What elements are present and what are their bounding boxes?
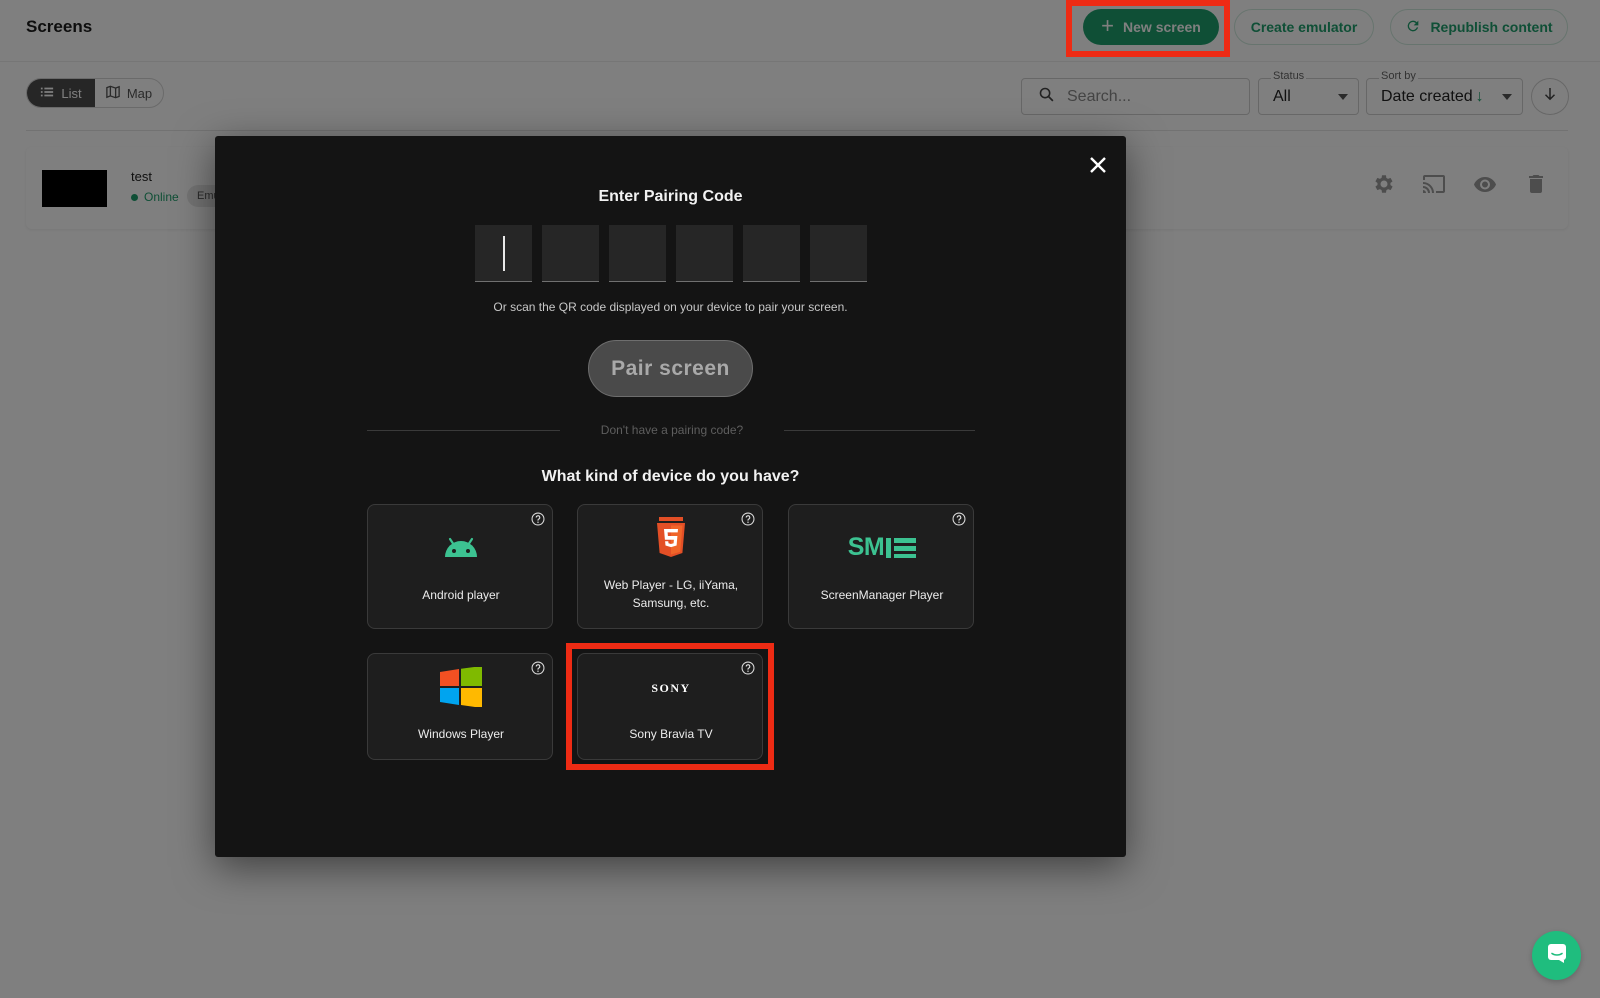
device-card-android[interactable]: Android player	[367, 504, 553, 629]
pairing-code-digit-6[interactable]	[810, 225, 867, 282]
chat-icon	[1545, 941, 1569, 970]
pairing-code-digit-2[interactable]	[542, 225, 599, 282]
chat-support-button[interactable]	[1532, 931, 1581, 980]
sony-logo: SONY	[578, 681, 764, 696]
separator-line-right	[784, 430, 975, 431]
screenmanager-logo-text: SM	[847, 533, 885, 561]
device-card-web-player[interactable]: Web Player - LG, iiYama, Samsung, etc.	[577, 504, 763, 629]
device-label-sony-bravia: Sony Bravia TV	[629, 727, 713, 741]
device-label-web-player-line1: Web Player - LG, iiYama,	[603, 578, 739, 592]
screenmanager-logo: SM	[789, 533, 975, 562]
help-icon[interactable]	[952, 512, 966, 526]
pairing-code-inputs	[475, 225, 867, 282]
html5-icon	[578, 517, 764, 559]
device-card-screenmanager[interactable]: SM ScreenManager Player	[788, 504, 974, 629]
android-icon	[368, 533, 554, 561]
pair-screen-modal: Enter Pairing Code Or scan the QR code d…	[215, 136, 1126, 857]
modal-title: Enter Pairing Code	[598, 188, 743, 205]
pairing-code-digit-1[interactable]	[475, 225, 532, 282]
device-label-windows: Windows Player	[417, 727, 505, 741]
device-card-windows[interactable]: Windows Player	[367, 653, 553, 760]
help-icon[interactable]	[531, 512, 545, 526]
separator-line-left	[367, 430, 560, 431]
device-label-web-player-line2: Samsung, etc.	[632, 596, 710, 610]
pairing-code-digit-5[interactable]	[743, 225, 800, 282]
close-icon[interactable]	[1086, 153, 1110, 177]
qr-hint-text: Or scan the QR code displayed on your de…	[493, 300, 848, 314]
sony-logo-text: SONY	[651, 681, 691, 695]
device-card-sony-bravia[interactable]: SONY Sony Bravia TV	[577, 653, 763, 760]
device-label-screenmanager: ScreenManager Player	[820, 588, 944, 602]
windows-icon	[368, 667, 554, 707]
text-cursor	[503, 236, 505, 271]
separator-text: Don't have a pairing code?	[600, 423, 744, 437]
help-icon[interactable]	[741, 661, 755, 675]
device-question: What kind of device do you have?	[541, 468, 800, 485]
pairing-code-digit-4[interactable]	[676, 225, 733, 282]
device-label-android: Android player	[422, 588, 500, 602]
pairing-code-digit-3[interactable]	[609, 225, 666, 282]
pair-screen-button[interactable]: Pair screen	[588, 340, 753, 397]
